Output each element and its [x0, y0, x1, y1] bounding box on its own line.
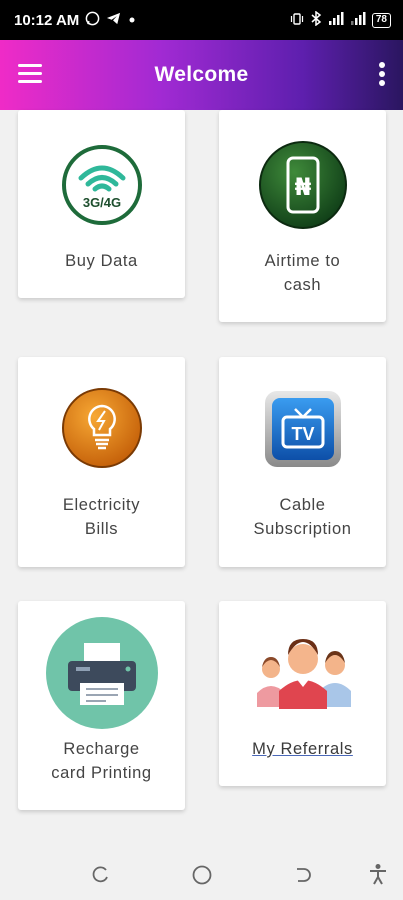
back-icon[interactable] — [293, 865, 313, 890]
tv-icon-text: TV — [291, 424, 314, 444]
tile-referrals-label: My Referrals — [252, 740, 353, 758]
wifi-3g4g-icon: 3G/4G — [61, 144, 143, 231]
system-nav-bar — [0, 852, 403, 900]
signal-icon-2 — [350, 12, 366, 28]
home-icon[interactable] — [191, 864, 213, 891]
status-right: 78 — [290, 10, 391, 29]
signal-icon-1 — [328, 12, 344, 28]
phone-naira-icon: ₦ — [258, 140, 348, 235]
tile-cable-subscription[interactable]: TV Cable Subscription — [219, 357, 386, 567]
accessibility-icon[interactable] — [368, 863, 388, 890]
tile-recharge-label: Recharge card Printing — [51, 740, 152, 782]
tile-cable-label: Cable Subscription — [253, 496, 352, 538]
printer-icon — [45, 617, 158, 734]
tile-buy-data-label: Buy Data — [65, 252, 138, 270]
tile-airtime-to-cash[interactable]: ₦ Airtime to cash — [219, 110, 386, 322]
wifi-3g4g-text: 3G/4G — [82, 195, 120, 210]
tile-airtime-label: Airtime to cash — [264, 252, 341, 294]
naira-symbol: ₦ — [294, 173, 311, 201]
whatsapp-icon — [85, 11, 100, 30]
menu-icon[interactable] — [18, 64, 42, 84]
tv-icon: TV — [261, 387, 345, 476]
status-time: 10:12 AM — [14, 11, 80, 29]
tile-my-referrals[interactable]: My Referrals — [219, 601, 386, 786]
status-left: 10:12 AM — [14, 11, 137, 30]
bluetooth-icon — [310, 10, 322, 29]
app-bar: Welcome — [0, 40, 403, 110]
recent-apps-icon[interactable] — [91, 865, 111, 890]
battery-level: 78 — [371, 12, 391, 28]
page-title: Welcome — [154, 63, 249, 86]
people-icon — [253, 633, 353, 716]
tile-electricity-bills[interactable]: Electricity Bills — [18, 357, 185, 567]
telegram-icon — [106, 11, 121, 30]
vibrate-icon — [290, 12, 304, 29]
tile-recharge-card-printing[interactable]: Recharge card Printing — [18, 601, 185, 810]
status-bar: 10:12 AM 78 — [0, 0, 403, 40]
tile-electricity-label: Electricity Bills — [62, 496, 141, 538]
notification-dot-icon — [127, 12, 137, 29]
tile-buy-data[interactable]: 3G/4G Buy Data — [18, 110, 185, 298]
lightbulb-icon — [61, 387, 143, 474]
more-vert-icon[interactable] — [377, 62, 387, 90]
